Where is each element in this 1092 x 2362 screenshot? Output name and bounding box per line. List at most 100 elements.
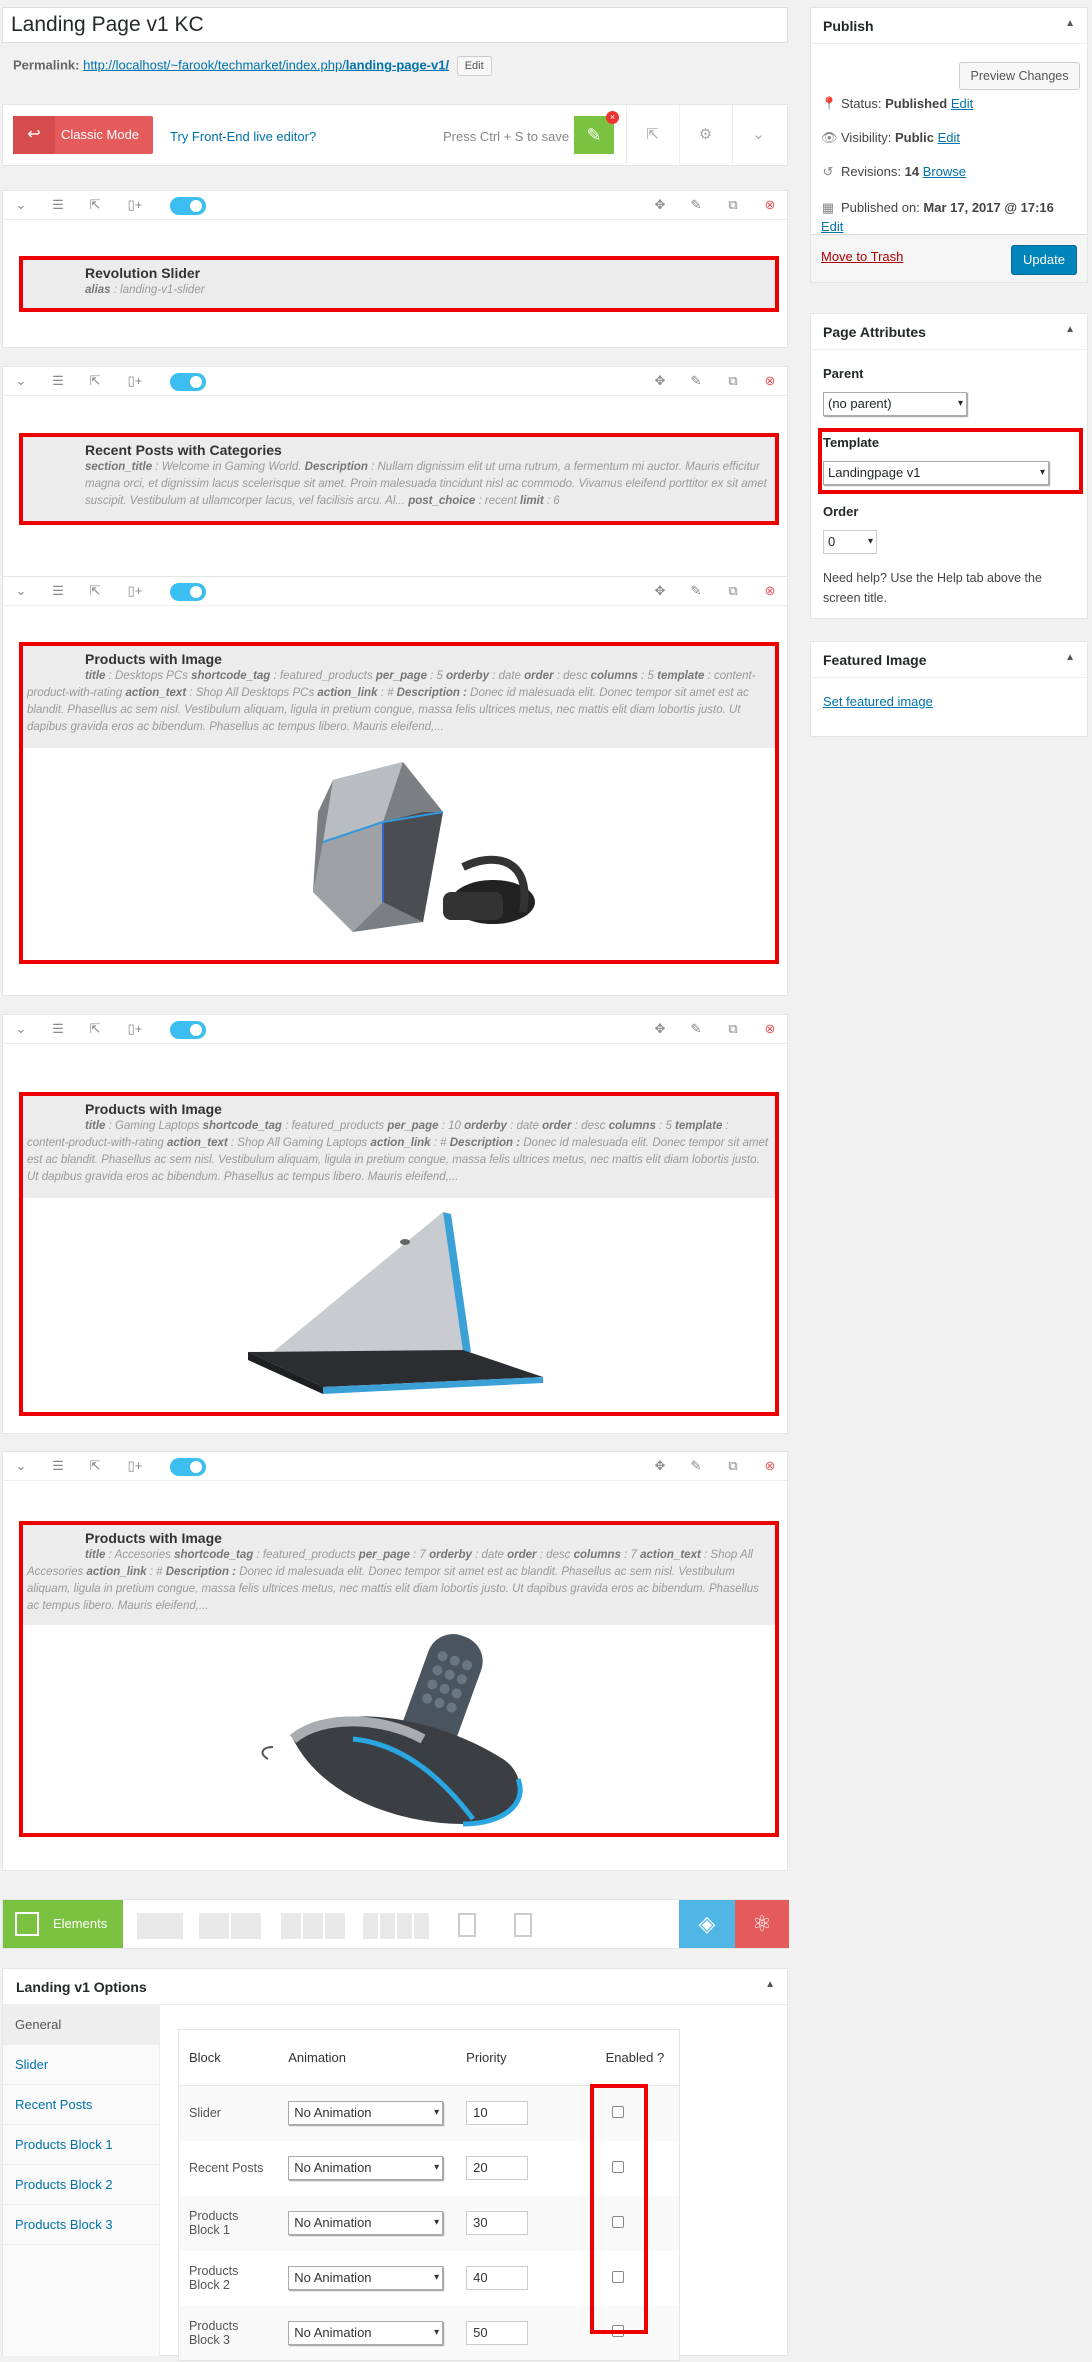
- collapse-icon[interactable]: ⌄: [11, 1457, 31, 1475]
- move-icon[interactable]: ✥: [650, 1457, 670, 1475]
- permalink-link[interactable]: http://localhost/~farook/techmarket/inde…: [83, 57, 449, 72]
- edit-icon[interactable]: ✎: [686, 1457, 706, 1475]
- priority-input[interactable]: 20: [466, 2156, 529, 2180]
- element-recent-posts[interactable]: Recent Posts with Categories section_tit…: [19, 433, 779, 525]
- template-icon[interactable]: [514, 1913, 532, 1937]
- copy-icon[interactable]: ⧉: [723, 1020, 743, 1038]
- element-products-laptops[interactable]: Products with Image title : Gaming Lapto…: [19, 1092, 779, 1416]
- priority-input[interactable]: 30: [466, 2211, 529, 2235]
- move-icon[interactable]: ✥: [650, 1020, 670, 1038]
- collapse-icon[interactable]: ⌄: [11, 1020, 31, 1038]
- row-toggle[interactable]: [170, 583, 206, 601]
- delete-icon[interactable]: ⊗: [760, 582, 780, 600]
- add-column-icon[interactable]: ▯+: [125, 1457, 145, 1475]
- document-icon[interactable]: [458, 1913, 476, 1937]
- collapse-up-icon[interactable]: ▲: [1065, 652, 1075, 663]
- publish-header[interactable]: Publish ▲: [811, 8, 1087, 44]
- copy-icon[interactable]: ⧉: [723, 1457, 743, 1475]
- collapse-icon[interactable]: ⌄: [11, 582, 31, 600]
- element-products-accessories[interactable]: Products with Image title : Accesories s…: [19, 1521, 779, 1837]
- move-icon[interactable]: ✥: [650, 372, 670, 390]
- permalink-edit-button[interactable]: Edit: [456, 56, 492, 76]
- move-to-trash-link[interactable]: Move to Trash: [821, 249, 903, 264]
- edit-icon[interactable]: ✎: [686, 196, 706, 214]
- collapse-up-icon[interactable]: ▲: [1065, 324, 1075, 335]
- element-products-desktops[interactable]: Products with Image title : Desktops PCs…: [19, 642, 779, 964]
- list-icon[interactable]: ☰: [48, 372, 68, 390]
- preview-changes-button[interactable]: Preview Changes: [959, 62, 1080, 90]
- add-column-icon[interactable]: ▯+: [125, 582, 145, 600]
- frontend-editor-link[interactable]: Try Front-End live editor?: [170, 129, 316, 144]
- add-column-icon[interactable]: ▯+: [125, 1020, 145, 1038]
- priority-input[interactable]: 50: [466, 2320, 529, 2345]
- tab-general[interactable]: General: [3, 2005, 159, 2045]
- status-edit-link[interactable]: Edit: [951, 96, 973, 111]
- elements-button[interactable]: Elements: [3, 1900, 123, 1948]
- tab-recent-posts[interactable]: Recent Posts: [3, 2085, 159, 2125]
- options-header[interactable]: Landing v1 Options ▲: [3, 1969, 787, 2005]
- animation-select[interactable]: No Animation: [288, 2211, 444, 2235]
- layout-2-columns[interactable]: [199, 1913, 261, 1939]
- row-toggle[interactable]: [170, 1458, 206, 1476]
- move-icon[interactable]: ✥: [650, 196, 670, 214]
- close-badge-icon[interactable]: ×: [606, 111, 619, 124]
- delete-icon[interactable]: ⊗: [760, 1457, 780, 1475]
- list-icon[interactable]: ☰: [48, 1457, 68, 1475]
- element-revolution-slider[interactable]: Revolution Slider alias : landing-v1-sli…: [19, 256, 779, 312]
- list-icon[interactable]: ☰: [48, 582, 68, 600]
- set-featured-image-link[interactable]: Set featured image: [823, 694, 933, 709]
- list-icon[interactable]: ☰: [48, 1020, 68, 1038]
- row-toggle[interactable]: [170, 1021, 206, 1039]
- classic-mode-button[interactable]: ↩ Classic Mode: [13, 116, 153, 154]
- add-column-icon[interactable]: ▯+: [125, 196, 145, 214]
- external-icon[interactable]: ⇱: [85, 1457, 105, 1475]
- visibility-edit-link[interactable]: Edit: [938, 130, 960, 145]
- order-input[interactable]: 0: [823, 530, 877, 554]
- atom-icon[interactable]: ⚛: [735, 1900, 789, 1948]
- animation-select[interactable]: No Animation: [288, 2266, 444, 2290]
- copy-icon[interactable]: ⧉: [723, 196, 743, 214]
- layers-icon[interactable]: ◈: [679, 1900, 735, 1948]
- list-icon[interactable]: ☰: [48, 196, 68, 214]
- update-button[interactable]: Update: [1011, 245, 1077, 275]
- featured-image-header[interactable]: Featured Image ▲: [811, 642, 1087, 678]
- layout-4-columns[interactable]: [363, 1913, 429, 1939]
- collapse-icon[interactable]: ⌄: [11, 372, 31, 390]
- page-attributes-header[interactable]: Page Attributes ▲: [811, 314, 1087, 350]
- collapse-up-icon[interactable]: ▲: [765, 1979, 775, 1990]
- row-toggle[interactable]: [170, 197, 206, 215]
- tab-slider[interactable]: Slider: [3, 2045, 159, 2085]
- edit-icon[interactable]: ✎: [686, 372, 706, 390]
- tab-products-block-1[interactable]: Products Block 1: [3, 2125, 159, 2165]
- tab-products-block-3[interactable]: Products Block 3: [3, 2205, 159, 2245]
- collapse-icon[interactable]: ⌄: [11, 196, 31, 214]
- external-icon[interactable]: ⇱: [85, 196, 105, 214]
- copy-icon[interactable]: ⧉: [723, 372, 743, 390]
- animation-select[interactable]: No Animation: [288, 2156, 444, 2180]
- chevron-down-icon[interactable]: ⌄: [732, 105, 784, 165]
- priority-input[interactable]: 10: [466, 2101, 529, 2126]
- edit-icon[interactable]: ✎: [686, 582, 706, 600]
- layout-1-column[interactable]: [137, 1913, 183, 1939]
- browse-revisions-link[interactable]: Browse: [923, 164, 966, 179]
- copy-icon[interactable]: ⧉: [723, 582, 743, 600]
- external-icon[interactable]: ⇱: [85, 1020, 105, 1038]
- layout-3-columns[interactable]: [281, 1913, 345, 1939]
- animation-select[interactable]: No Animation: [288, 2320, 444, 2345]
- gear-icon[interactable]: ⚙: [679, 105, 731, 165]
- external-icon[interactable]: ⇱: [85, 582, 105, 600]
- external-icon[interactable]: ⇱: [85, 372, 105, 390]
- delete-icon[interactable]: ⊗: [760, 1020, 780, 1038]
- parent-select[interactable]: (no parent): [823, 392, 967, 416]
- published-edit-link[interactable]: Edit: [821, 219, 843, 234]
- delete-icon[interactable]: ⊗: [760, 372, 780, 390]
- delete-icon[interactable]: ⊗: [760, 196, 780, 214]
- animation-select[interactable]: No Animation: [288, 2101, 444, 2126]
- collapse-up-icon[interactable]: ▲: [1065, 18, 1075, 29]
- add-column-icon[interactable]: ▯+: [125, 372, 145, 390]
- share-icon[interactable]: ⇱: [626, 105, 678, 165]
- edit-icon[interactable]: ✎: [686, 1020, 706, 1038]
- post-title-input[interactable]: Landing Page v1 KC: [2, 7, 788, 43]
- row-toggle[interactable]: [170, 373, 206, 391]
- priority-input[interactable]: 40: [466, 2266, 529, 2290]
